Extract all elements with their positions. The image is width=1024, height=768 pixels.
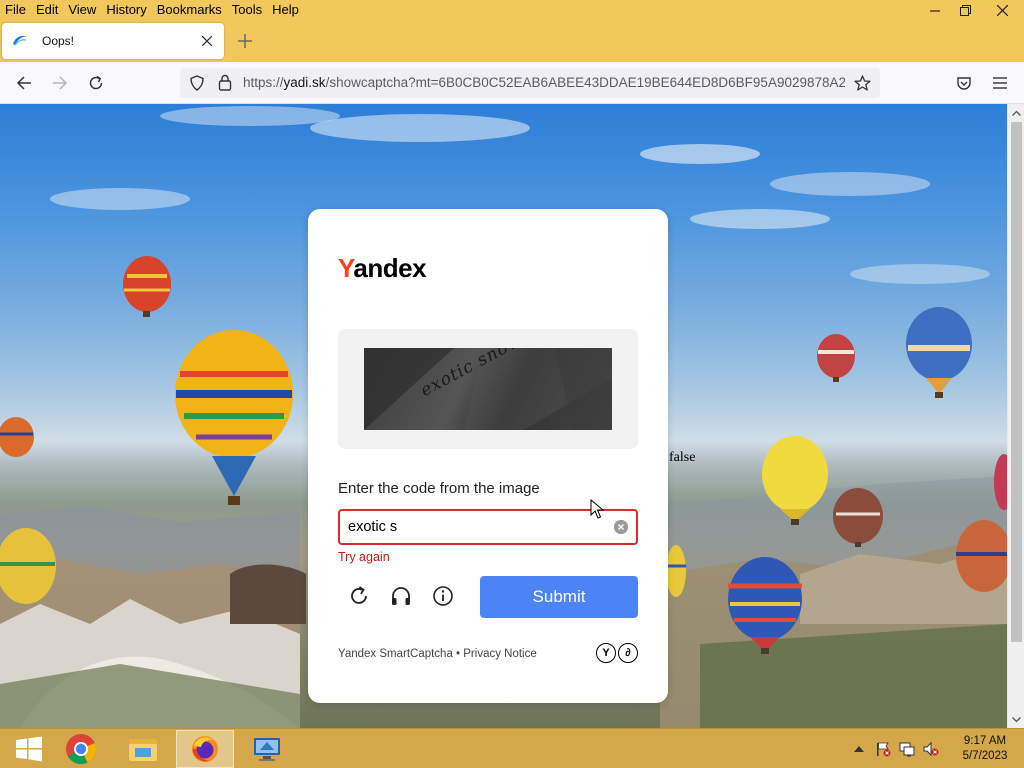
- vertical-scrollbar[interactable]: [1007, 104, 1024, 728]
- menu-bar: File Edit View History Bookmarks Tools H…: [0, 0, 1024, 20]
- error-message: Try again: [338, 550, 390, 564]
- menu-tools[interactable]: Tools: [227, 0, 267, 20]
- clear-input-button[interactable]: [614, 520, 628, 534]
- clear-x-icon: [614, 520, 628, 534]
- captcha-card: Yandex exotic snowball Enter the code fr…: [308, 209, 668, 703]
- screen: File Edit View History Bookmarks Tools H…: [0, 0, 1024, 768]
- chevron-up-icon: [854, 746, 864, 752]
- scroll-thumb[interactable]: [1011, 122, 1022, 642]
- audio-captcha-button[interactable]: [388, 583, 414, 609]
- windows-logo-icon: [16, 736, 42, 762]
- disk-favicon-icon: [13, 35, 27, 46]
- system-tray: 9:17 AM 5/7/2023: [850, 729, 1024, 768]
- lock-icon: [218, 74, 232, 91]
- scroll-up-button[interactable]: [1008, 104, 1024, 121]
- navigation-bar: https://yadi.sk/showcaptcha?mt=6B0CB0C52…: [0, 62, 1024, 104]
- url-bar[interactable]: https://yadi.sk/showcaptcha?mt=6B0CB0C52…: [180, 68, 880, 98]
- restore-button[interactable]: [950, 0, 980, 20]
- app-menu-button[interactable]: [988, 71, 1012, 95]
- captcha-footer[interactable]: Yandex SmartCaptcha • Privacy Notice: [338, 648, 537, 660]
- chevron-up-icon: [1012, 110, 1021, 116]
- volume-icon[interactable]: [922, 740, 940, 758]
- hamburger-menu-icon: [993, 77, 1007, 89]
- pocket-button[interactable]: [952, 71, 976, 95]
- captcha-prompt: Enter the code from the image: [338, 480, 540, 497]
- info-icon: [433, 586, 453, 606]
- network-computer-icon: [899, 742, 915, 757]
- firefox-icon: [192, 736, 218, 762]
- mouse-cursor-icon: [590, 499, 604, 519]
- page-content: false Yandex exotic snowball Enter the c…: [0, 104, 1007, 728]
- url-host: yadi.sk: [283, 75, 326, 90]
- tab-bar: Oops!: [0, 20, 1024, 62]
- url-prefix: https://: [243, 75, 284, 90]
- badge-y: Y: [596, 643, 616, 663]
- back-button[interactable]: [12, 71, 36, 95]
- submit-button[interactable]: Submit: [480, 576, 638, 618]
- arrow-left-icon: [16, 76, 31, 90]
- clock-date: 5/7/2023: [962, 750, 1008, 762]
- menu-edit[interactable]: Edit: [31, 0, 63, 20]
- computer-icon: [254, 738, 280, 761]
- menu-help[interactable]: Help: [267, 0, 304, 20]
- shield-icon: [190, 75, 204, 91]
- yandex-logo: Yandex: [338, 253, 427, 284]
- speaker-muted-icon: [923, 741, 939, 757]
- plus-icon: [238, 34, 252, 48]
- new-tab-button[interactable]: [234, 30, 256, 52]
- forward-button[interactable]: [48, 71, 72, 95]
- yandex-logo-rest: andex: [353, 253, 427, 283]
- captcha-info-button[interactable]: [430, 583, 456, 609]
- network-icon[interactable]: [898, 740, 916, 758]
- balloon-decoration: [123, 256, 171, 317]
- taskbar-chrome[interactable]: [52, 730, 110, 768]
- folder-icon: [129, 739, 157, 761]
- stray-text: false: [669, 450, 696, 465]
- refresh-captcha-button[interactable]: [346, 583, 372, 609]
- scroll-down-button[interactable]: [1008, 711, 1024, 728]
- taskbar: 9:17 AM 5/7/2023: [0, 728, 1024, 768]
- system-clock[interactable]: 9:17 AM 5/7/2023: [946, 734, 1024, 764]
- tab-title: Oops!: [42, 34, 75, 48]
- smartcaptcha-badge: Y ∂: [596, 643, 640, 663]
- url-text: https://yadi.sk/showcaptcha?mt=6B0CB0C52…: [243, 68, 845, 98]
- bookmark-star-icon[interactable]: [854, 75, 871, 91]
- flag-alert-icon: [877, 742, 891, 757]
- headphones-icon: [392, 587, 410, 605]
- reload-button[interactable]: [84, 71, 108, 95]
- url-rest: /showcaptcha?mt=6B0CB0C52EAB6ABEE43DDAE1…: [325, 75, 845, 90]
- close-icon: [202, 36, 212, 46]
- menu-file[interactable]: File: [0, 0, 31, 20]
- window-controls: [920, 0, 1024, 20]
- minimize-icon: [930, 10, 940, 12]
- tab-close-button[interactable]: [198, 32, 216, 50]
- minimize-button[interactable]: [920, 0, 950, 20]
- start-button[interactable]: [0, 730, 58, 768]
- captcha-image: exotic snowball: [364, 348, 612, 430]
- pocket-icon: [957, 77, 971, 90]
- reload-icon: [89, 75, 103, 90]
- captcha-image-frame: exotic snowball: [338, 329, 638, 449]
- close-window-button[interactable]: [980, 0, 1024, 20]
- restore-icon: [959, 4, 971, 16]
- captcha-code-input[interactable]: [348, 511, 603, 543]
- clock-time: 9:17 AM: [963, 735, 1007, 747]
- show-hidden-icons-button[interactable]: [850, 740, 868, 758]
- yandex-logo-y: Y: [338, 253, 354, 283]
- taskbar-remote-desktop[interactable]: [238, 730, 296, 768]
- badge-partial: ∂: [618, 643, 638, 663]
- refresh-icon: [351, 586, 367, 604]
- taskbar-firefox[interactable]: [176, 730, 234, 768]
- action-center-flag-icon[interactable]: [874, 740, 892, 758]
- chrome-icon: [66, 734, 97, 764]
- menu-history[interactable]: History: [101, 0, 151, 20]
- taskbar-file-explorer[interactable]: [114, 730, 172, 768]
- chevron-down-icon: [1012, 716, 1021, 722]
- menu-bookmarks[interactable]: Bookmarks: [152, 0, 227, 20]
- menu-view[interactable]: View: [63, 0, 101, 20]
- close-icon: [996, 4, 1008, 16]
- tab-oops[interactable]: Oops!: [2, 23, 224, 59]
- arrow-right-icon: [53, 76, 68, 90]
